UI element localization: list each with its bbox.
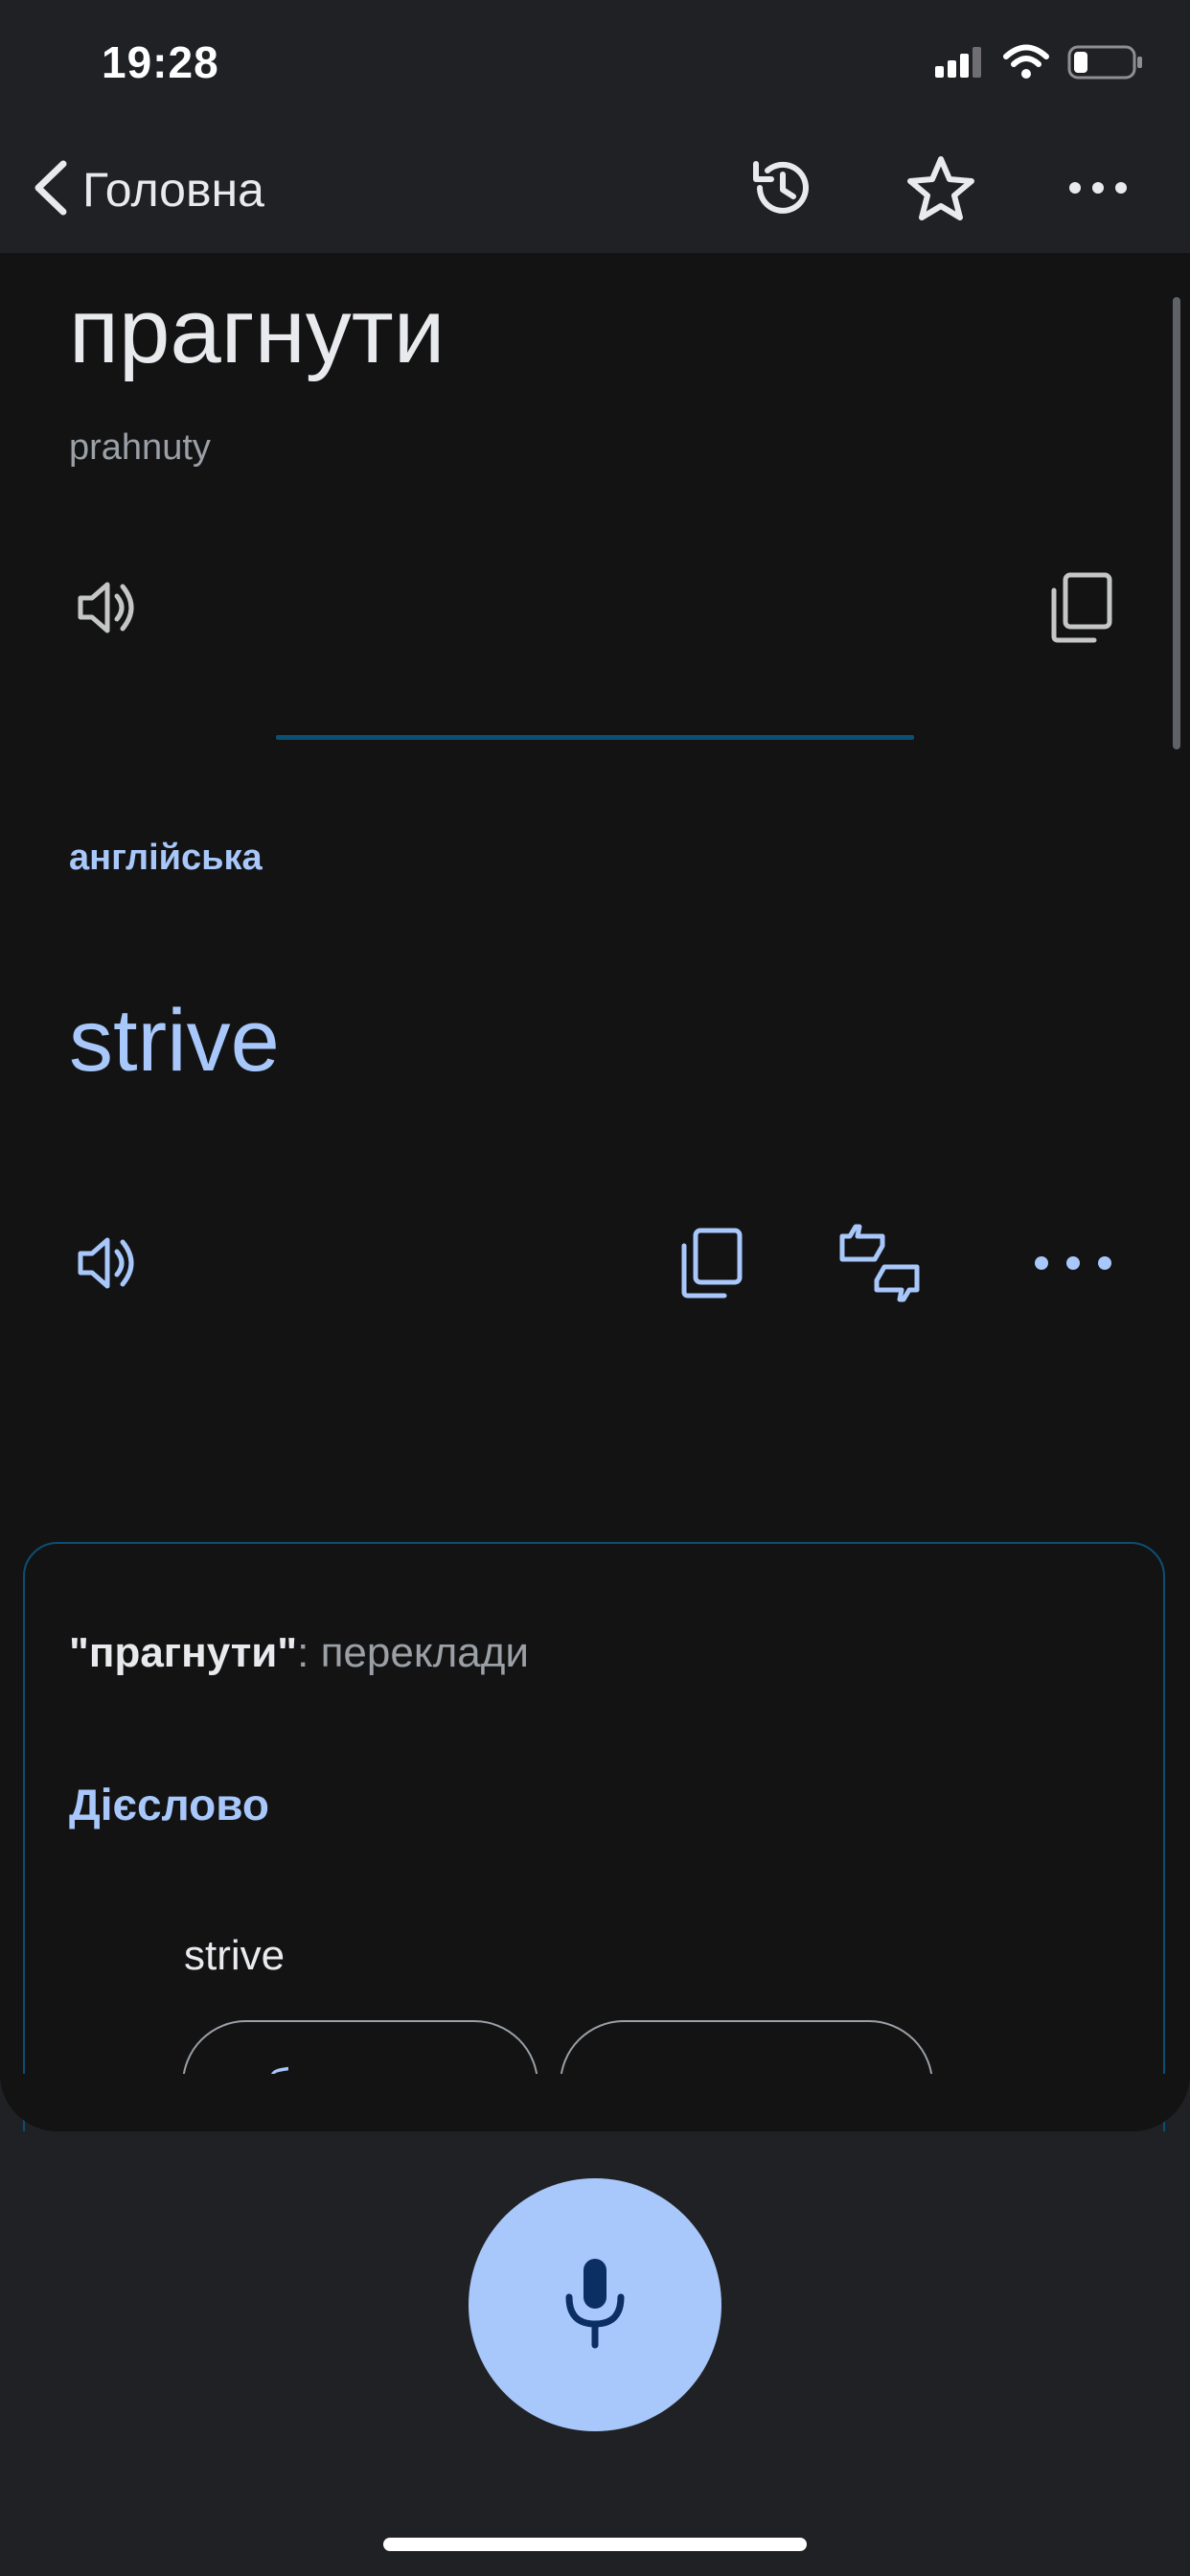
speaker-icon: [73, 1229, 142, 1302]
copy-icon: [1046, 571, 1115, 649]
back-button[interactable]: Головна: [31, 153, 264, 226]
target-language-label: англійська: [69, 838, 263, 878]
target-more-button[interactable]: [1027, 1219, 1119, 1311]
microphone-icon: [561, 2255, 629, 2356]
history-button[interactable]: [740, 151, 824, 228]
microphone-button[interactable]: [469, 2178, 721, 2431]
history-icon: [748, 154, 815, 226]
status-time: 19:28: [102, 37, 219, 87]
back-label: Головна: [82, 163, 264, 217]
more-horizontal-icon: [1033, 1254, 1113, 1276]
copy-icon: [676, 1227, 745, 1304]
speaker-icon: [73, 573, 142, 647]
more-horizontal-icon: [1067, 180, 1129, 200]
source-listen-button[interactable]: [61, 564, 153, 656]
content-bottom-edge: [0, 2074, 1190, 2131]
source-target-divider: [276, 735, 914, 740]
source-copy-button[interactable]: [1035, 564, 1127, 656]
source-word: прагнути: [69, 280, 446, 382]
status-icons: [933, 42, 1144, 86]
star-icon: [906, 154, 975, 226]
favorite-button[interactable]: [899, 151, 983, 228]
translations-title-word: "прагнути": [69, 1629, 298, 1676]
target-listen-button[interactable]: [61, 1219, 153, 1311]
translation-entry-word: strive: [184, 1932, 286, 1979]
battery-icon: [1067, 44, 1144, 85]
source-transliteration: prahnuty: [69, 427, 211, 468]
home-indicator[interactable]: [383, 2538, 807, 2551]
feedback-icon: [836, 1223, 923, 1308]
part-of-speech-label: Дієслово: [69, 1780, 270, 1829]
cellular-signal-icon: [933, 45, 985, 84]
translations-title-suffix: : переклади: [297, 1629, 529, 1676]
translations-title: "прагнути": переклади: [69, 1629, 529, 1677]
scrollbar[interactable]: [1173, 297, 1180, 749]
rate-translation-button[interactable]: [834, 1219, 926, 1311]
more-options-button[interactable]: [1056, 151, 1140, 228]
target-word: strive: [69, 992, 280, 1090]
chevron-left-icon: [31, 158, 69, 222]
wifi-icon: [1002, 44, 1050, 85]
target-copy-button[interactable]: [665, 1219, 757, 1311]
